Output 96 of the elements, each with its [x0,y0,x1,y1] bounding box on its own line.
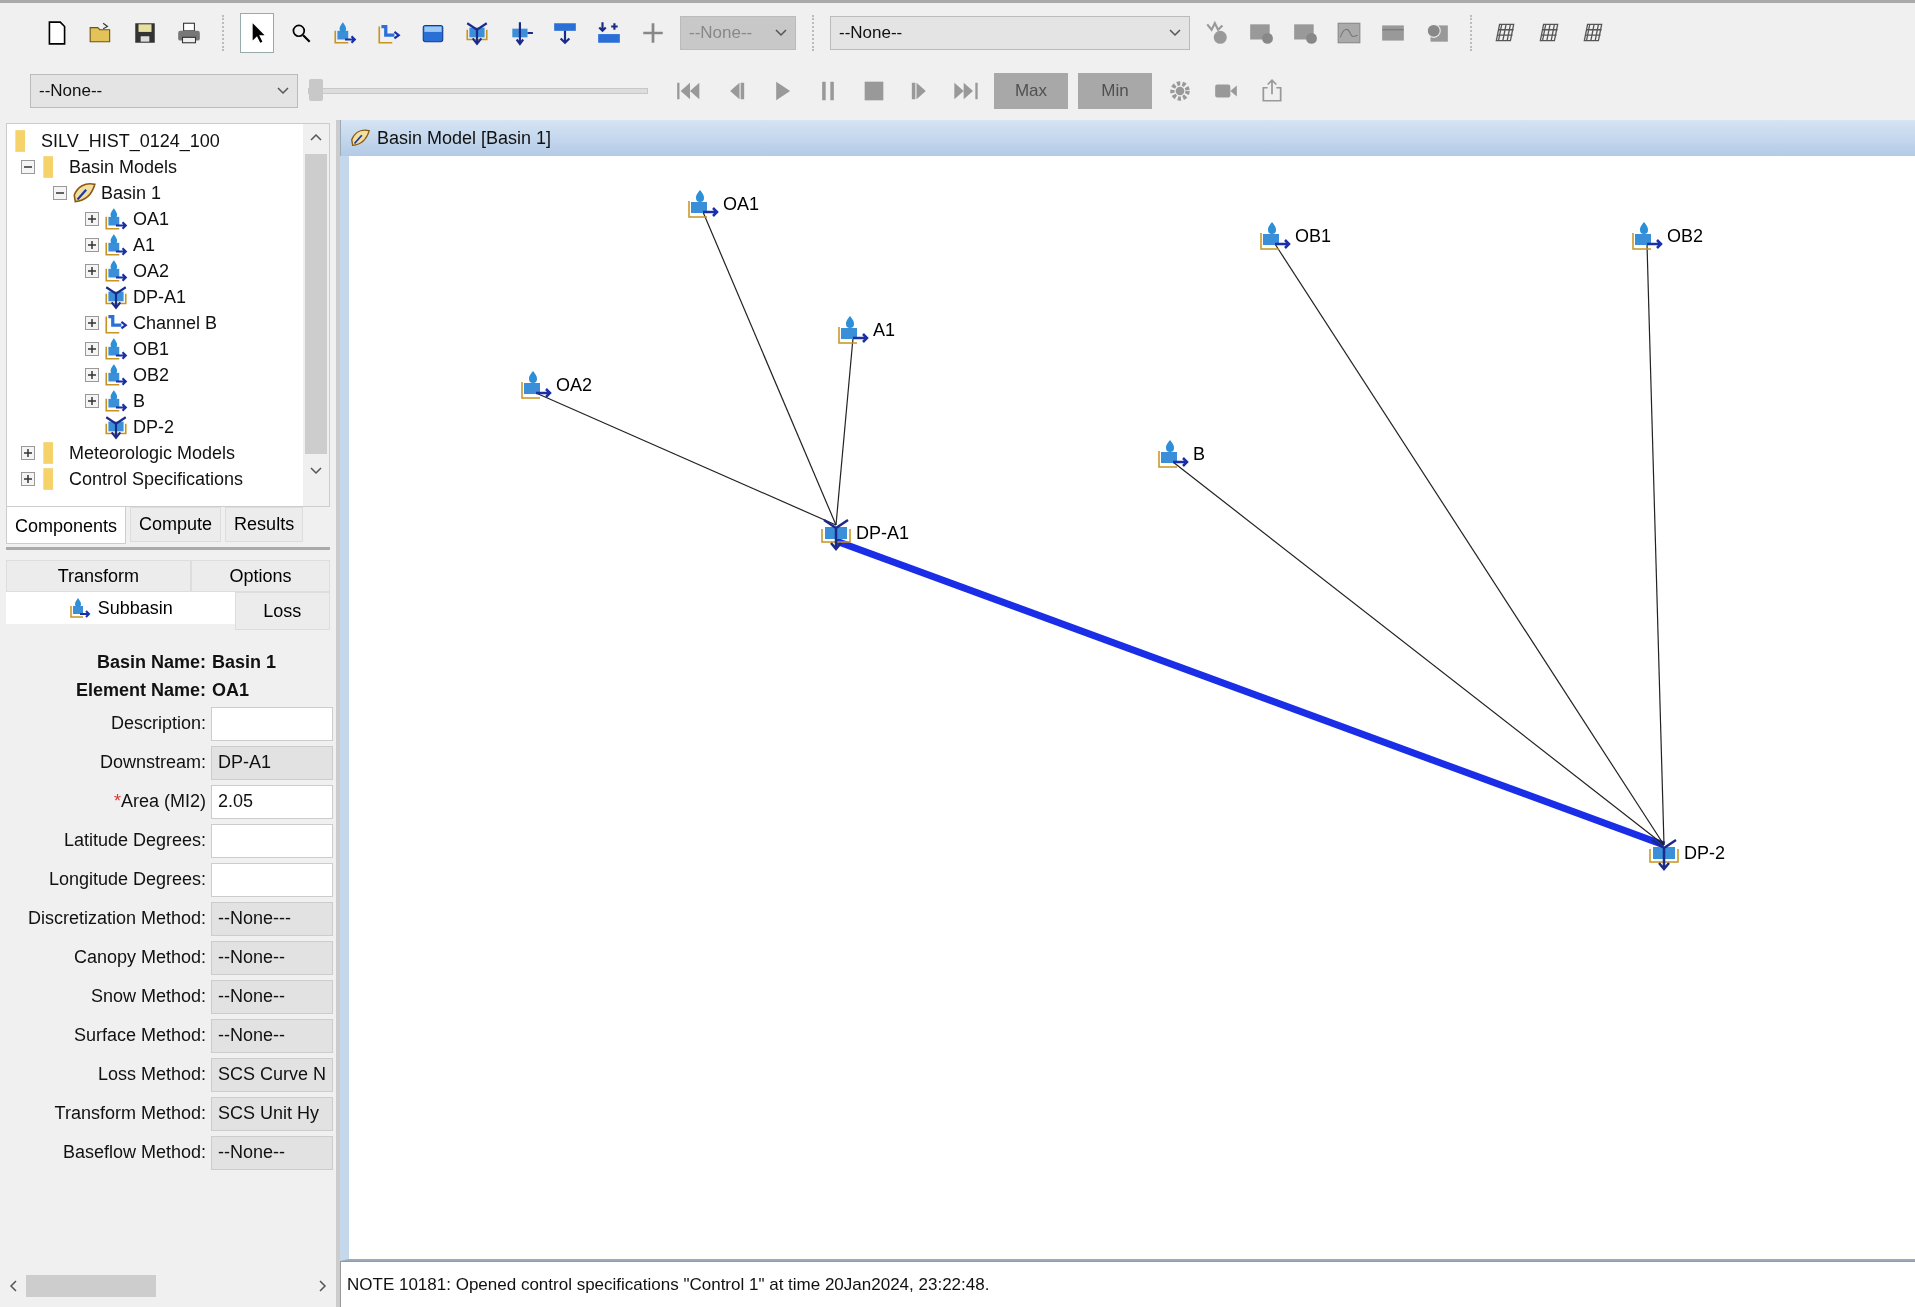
subbasin-icon[interactable] [67,596,92,620]
expand-icon[interactable] [85,368,99,382]
dropdown[interactable]: SCS Curve N [211,1057,333,1092]
subbasin-icon[interactable] [103,258,129,284]
field-label: Description: [109,713,206,734]
subbasin-icon[interactable] [103,232,129,258]
element-name: OA1 [212,679,250,702]
element-label: B [1193,444,1205,464]
subbasin-icon[interactable] [1632,222,1663,250]
subbasin-icon[interactable] [103,362,129,388]
caret-icon [277,87,289,95]
input-field[interactable]: 2.05 [211,784,333,819]
caret-icon [775,28,787,37]
expand-icon[interactable] [85,264,99,278]
expand-icon[interactable] [21,446,35,460]
field-label: Loss Method: [96,1064,206,1085]
tree-item[interactable]: OA1 [133,208,170,230]
collapse-icon[interactable] [53,186,67,200]
tab[interactable]: Transform [6,560,191,592]
dropdown[interactable]: --None-- [211,979,333,1014]
field-label: Surface Method: [72,1025,206,1046]
subbasin-icon[interactable] [1260,222,1291,250]
tree-item[interactable]: Meteorologic Models [69,442,236,464]
sink-icon[interactable] [596,19,622,46]
dropdown[interactable]: --None--- [211,901,333,936]
basin-icon[interactable] [349,127,371,149]
subbasin-icon[interactable] [103,336,129,362]
element-label: OB1 [1295,226,1332,246]
tab[interactable]: Results [225,507,304,542]
tab[interactable]: Compute [130,507,222,542]
tab[interactable]: Subbasin [6,592,235,624]
basin-name: Basin 1 [212,651,278,674]
caret-icon [1169,28,1181,37]
tree-item[interactable]: OA2 [133,260,170,282]
collapse-icon[interactable] [21,160,35,174]
dropdown[interactable]: DP-A1 [211,745,333,780]
junction-icon[interactable] [103,414,129,440]
field-label: Baseflow Method: [61,1142,206,1163]
expand-icon[interactable] [85,238,99,252]
subbasin-icon[interactable] [688,190,719,218]
subbasin-icon[interactable] [103,388,129,414]
field-label: Element Name: [74,679,206,702]
tab[interactable]: Loss [234,592,330,630]
input-field[interactable] [211,823,333,858]
junction-icon[interactable] [821,518,851,551]
tree-item[interactable]: Basin Models [69,156,178,178]
tree-item[interactable]: OB1 [133,338,170,360]
field-label: Basin Name: [95,651,206,674]
tree-item[interactable]: DP-2 [133,416,174,438]
tree-item[interactable]: OB2 [133,364,170,386]
expand-icon[interactable] [85,316,99,330]
scrollbar[interactable] [303,124,329,506]
junction-icon[interactable] [1649,838,1679,871]
dropdown[interactable]: --None-- [211,940,333,975]
subbasin-icon[interactable] [1158,440,1189,468]
field-label: Snow Method: [89,986,206,1007]
tree-item[interactable]: B [133,390,145,412]
subbasin-icon[interactable] [521,371,552,399]
slider-thumb[interactable] [309,79,323,101]
dropdown[interactable]: --None-- [211,1018,333,1053]
field-label: Canopy Method: [72,947,206,968]
tree-item[interactable]: Basin 1 [101,182,162,204]
dropdown[interactable]: --None-- [211,1135,333,1170]
tree-item[interactable]: SILV_HIST_0124_100 [41,130,220,152]
field-label: Latitude Degrees: [62,830,206,851]
tab[interactable]: Components [6,507,127,544]
expand-icon[interactable] [21,472,35,486]
element-label: OA2 [556,375,593,395]
field-label: *Area (MI2) [112,791,206,812]
subbasin-icon[interactable] [838,316,869,344]
expand-icon[interactable] [85,342,99,356]
expand-icon[interactable] [85,394,99,408]
input-field[interactable] [211,706,333,741]
field-label: Downstream: [98,752,206,773]
subbasin-icon[interactable] [103,206,129,232]
element-label: DP-2 [1684,843,1725,863]
tree-item[interactable]: A1 [133,234,156,256]
element-label: OB2 [1667,226,1704,246]
window-title: Basin Model [Basin 1] [377,127,552,149]
tree-item[interactable]: Control Specifications [69,468,244,490]
expand-icon[interactable] [85,212,99,226]
element-label: OA1 [723,194,760,214]
input-field[interactable] [211,862,333,897]
tree-item[interactable]: DP-A1 [133,286,186,308]
field-label: Discretization Method: [26,908,206,929]
field-label: Transform Method: [53,1103,206,1124]
log-message: NOTE 10181: Opened control specifications "Control 1" at time 20Jan2024, 23:22:48. [347,1274,990,1295]
run-dropdown[interactable]: --None-- [830,15,1190,50]
junction-icon[interactable] [103,284,129,310]
field-label: Longitude Degrees: [47,869,206,890]
element-label: A1 [873,320,896,340]
animation-dropdown[interactable]: --None-- [30,74,298,108]
tab[interactable]: Options [190,560,330,592]
dropdown[interactable]: SCS Unit Hy [211,1096,333,1131]
element-label: DP-A1 [856,523,909,543]
tree-item[interactable]: Channel B [133,312,218,334]
